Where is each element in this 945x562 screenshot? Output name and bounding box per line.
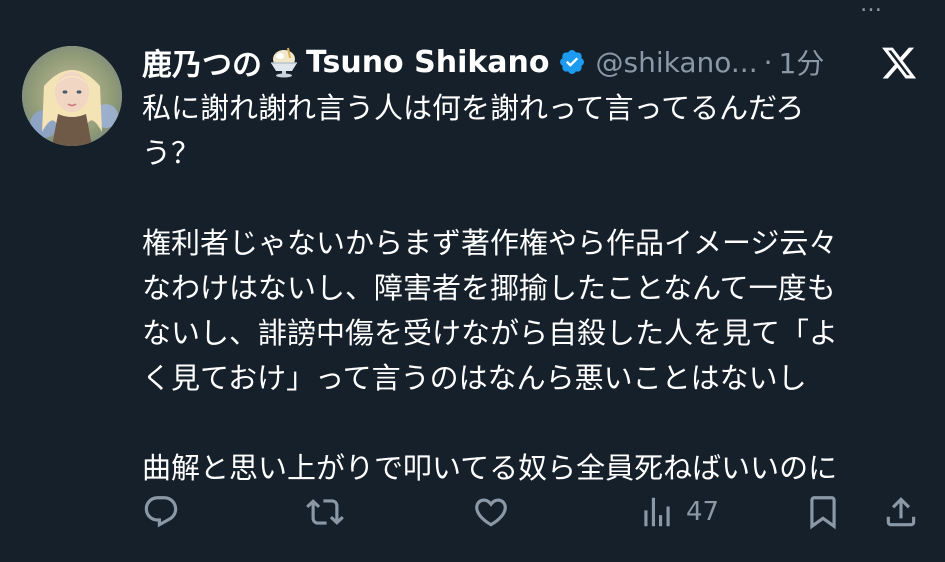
avatar[interactable] (22, 46, 122, 146)
tweet-text-line: 私に謝れ謝れ言う人は何を謝れって言ってるんだろ (142, 91, 805, 125)
retweet-icon (306, 499, 344, 525)
display-name-en[interactable]: Tsuno Shikano (306, 45, 550, 80)
tweet-text-line: く見ておけ」って言うのはなんら悪いことはないし (142, 361, 807, 395)
bookmark-button[interactable] (804, 490, 842, 534)
display-name[interactable]: 鹿乃つの (142, 40, 262, 84)
separator-dot: · (763, 45, 773, 79)
bookmark-icon (810, 496, 836, 530)
avatar-image (22, 46, 122, 146)
like-button[interactable] (472, 490, 510, 534)
verified-badge-icon[interactable] (558, 48, 586, 76)
tweet-text: 私に謝れ謝れ言う人は何を謝れって言ってるんだろ う？ 権利者じゃないからまず著作… (142, 86, 912, 491)
share-button[interactable] (882, 490, 920, 534)
tweet-text-line: ないし、誹謗中傷を受けながら自殺した人を見て「よ (142, 316, 839, 350)
tweet-text-line: 曲解と思い上がりで叩いてる奴ら全員死ねばいいのに (142, 451, 838, 485)
share-icon (886, 497, 916, 527)
user-handle[interactable]: @shikano... (596, 46, 758, 79)
tweet-text-line: なわけはないし、障害者を揶揄したことなんて一度も (142, 271, 836, 305)
heart-icon (475, 498, 507, 527)
retweet-button[interactable] (306, 490, 344, 534)
reply-icon (144, 496, 178, 528)
x-logo-icon[interactable] (880, 44, 918, 82)
tweet-actions-bar: 47 (140, 490, 930, 534)
tweet-header: 鹿乃つの Tsuno Shikano @shikano... · 1分 (142, 40, 824, 84)
views-count: 47 (686, 497, 720, 527)
overflow-indicator: … (860, 0, 884, 17)
shaved-ice-emoji-icon (266, 44, 302, 80)
tweet-text-line: 権利者じゃないからまず著作権やら作品イメージ云々 (142, 226, 838, 260)
views-button[interactable]: 47 (638, 490, 719, 534)
views-icon (644, 497, 670, 527)
tweet-timestamp[interactable]: 1分 (779, 42, 825, 82)
reply-button[interactable] (142, 490, 180, 534)
tweet-text-line: う？ (142, 136, 201, 170)
